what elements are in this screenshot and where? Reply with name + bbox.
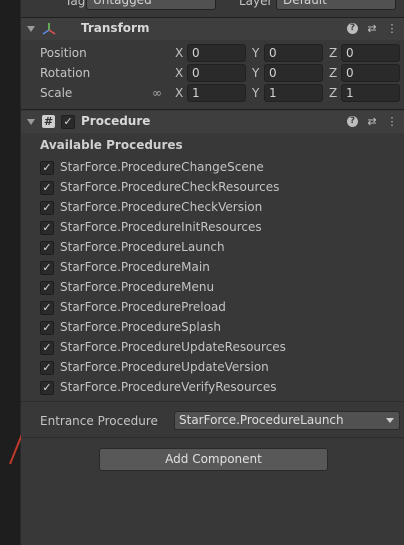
foldout-arrow-icon[interactable] <box>27 26 35 32</box>
procedure-item[interactable]: ✓ StarForce.ProcedureMain <box>40 260 380 278</box>
procedure-checkbox[interactable]: ✓ <box>40 181 54 195</box>
procedure-checkbox[interactable]: ✓ <box>40 341 54 355</box>
transform-title: Transform <box>81 21 150 35</box>
procedure-checkbox[interactable]: ✓ <box>40 321 54 335</box>
procedure-checkbox[interactable]: ✓ <box>40 261 54 275</box>
axis-y-label: Y <box>252 86 260 100</box>
procedure-item[interactable]: ✓ StarForce.ProcedureCheckResources <box>40 180 380 198</box>
procedure-enabled-checkbox[interactable]: ✓ <box>61 115 75 129</box>
procedure-item[interactable]: ✓ StarForce.ProcedureVerifyResources <box>40 380 380 398</box>
procedure-item-label: StarForce.ProcedureChangeScene <box>60 160 264 174</box>
procedure-item-label: StarForce.ProcedureCheckResources <box>60 180 280 194</box>
rotation-x-field[interactable]: 0 <box>187 64 246 82</box>
procedure-item[interactable]: ✓ StarForce.ProcedureSplash <box>40 320 380 338</box>
procedure-checkbox[interactable]: ✓ <box>40 361 54 375</box>
procedure-header[interactable]: # ✓ Procedure ? ⇄ ⋮ <box>21 111 404 133</box>
axis-z-label: Z <box>329 86 338 100</box>
procedure-checkbox[interactable]: ✓ <box>40 301 54 315</box>
layer-label: Layer <box>239 0 273 8</box>
procedure-item-label: StarForce.ProcedureLaunch <box>60 240 225 254</box>
rotation-y-field[interactable]: 0 <box>264 64 323 82</box>
axis-z-label: Z <box>329 46 338 60</box>
procedure-item-label: StarForce.ProcedurePreload <box>60 300 226 314</box>
axis-z-label: Z <box>329 66 338 80</box>
procedure-item-label: StarForce.ProcedureSplash <box>60 320 221 334</box>
axis-y-label: Y <box>252 66 260 80</box>
available-procedures-title: Available Procedures <box>40 138 183 152</box>
separator <box>21 401 404 402</box>
foldout-arrow-icon[interactable] <box>27 119 35 125</box>
procedure-checkbox[interactable]: ✓ <box>40 221 54 235</box>
procedure-item[interactable]: ✓ StarForce.ProcedureLaunch <box>40 240 380 258</box>
transform-header[interactable]: Transform ? ⇄ ⋮ <box>21 18 404 40</box>
more-options-icon[interactable]: ⋮ <box>385 22 399 36</box>
procedure-checkbox[interactable]: ✓ <box>40 201 54 215</box>
procedure-item-label: StarForce.ProcedureUpdateVersion <box>60 360 269 374</box>
procedure-checkbox[interactable]: ✓ <box>40 381 54 395</box>
preset-settings-icon[interactable]: ⇄ <box>365 22 379 36</box>
axis-x-label: X <box>175 86 184 100</box>
procedure-title: Procedure <box>81 114 151 128</box>
procedure-item-label: StarForce.ProcedureCheckVersion <box>60 200 263 214</box>
axis-x-label: X <box>175 46 184 60</box>
procedure-item[interactable]: ✓ StarForce.ProcedureCheckVersion <box>40 200 380 218</box>
entrance-procedure-label: Entrance Procedure <box>40 414 158 428</box>
position-label: Position <box>40 46 87 60</box>
position-y-field[interactable]: 0 <box>264 44 323 62</box>
layer-dropdown[interactable]: Default <box>276 0 396 10</box>
position-z-field[interactable]: 0 <box>341 44 400 62</box>
help-icon[interactable]: ? <box>347 116 358 127</box>
procedure-item-label: StarForce.ProcedureInitResources <box>60 220 262 234</box>
tag-dropdown[interactable]: Untagged <box>86 0 216 10</box>
procedure-item-label: StarForce.ProcedureVerifyResources <box>60 380 277 394</box>
procedure-item[interactable]: ✓ StarForce.ProcedurePreload <box>40 300 380 318</box>
procedure-item[interactable]: ✓ StarForce.ProcedureChangeScene <box>40 160 380 178</box>
tag-layer-row: Tag Untagged Layer Default <box>21 0 404 12</box>
procedure-checkbox[interactable]: ✓ <box>40 281 54 295</box>
rotation-label: Rotation <box>40 66 91 80</box>
scale-z-field[interactable]: 1 <box>341 84 400 102</box>
add-component-button[interactable]: Add Component <box>99 448 328 471</box>
transform-gizmo-icon <box>42 22 56 39</box>
more-options-icon[interactable]: ⋮ <box>385 115 399 129</box>
procedure-item[interactable]: ✓ StarForce.ProcedureMenu <box>40 280 380 298</box>
help-icon[interactable]: ? <box>347 23 358 34</box>
procedure-item-label: StarForce.ProcedureMain <box>60 260 210 274</box>
procedure-item[interactable]: ✓ StarForce.ProcedureUpdateVersion <box>40 360 380 378</box>
script-hash-icon: # <box>42 115 55 128</box>
constrain-proportions-link-icon[interactable]: ∞ <box>152 86 162 100</box>
scale-y-field[interactable]: 1 <box>264 84 323 102</box>
procedure-checkbox[interactable]: ✓ <box>40 161 54 175</box>
scale-label: Scale <box>40 86 73 100</box>
separator <box>21 437 404 438</box>
entrance-procedure-dropdown[interactable]: StarForce.ProcedureLaunch <box>174 411 400 430</box>
axis-x-label: X <box>175 66 184 80</box>
procedure-item[interactable]: ✓ StarForce.ProcedureInitResources <box>40 220 380 238</box>
axis-y-label: Y <box>252 46 260 60</box>
procedure-item-label: StarForce.ProcedureMenu <box>60 280 215 294</box>
entrance-procedure-value: StarForce.ProcedureLaunch <box>179 413 344 427</box>
rotation-z-field[interactable]: 0 <box>341 64 400 82</box>
procedure-item[interactable]: ✓ StarForce.ProcedureUpdateResources <box>40 340 380 358</box>
procedure-checkbox[interactable]: ✓ <box>40 241 54 255</box>
procedure-item-label: StarForce.ProcedureUpdateResources <box>60 340 286 354</box>
position-x-field[interactable]: 0 <box>187 44 246 62</box>
tag-label: Tag <box>65 0 86 8</box>
inspector-panel: Tag Untagged Layer Default Transform ? ⇄… <box>21 0 404 545</box>
preset-settings-icon[interactable]: ⇄ <box>365 115 379 129</box>
separator <box>21 109 404 110</box>
scale-x-field[interactable]: 1 <box>187 84 246 102</box>
chevron-down-icon <box>386 418 394 423</box>
